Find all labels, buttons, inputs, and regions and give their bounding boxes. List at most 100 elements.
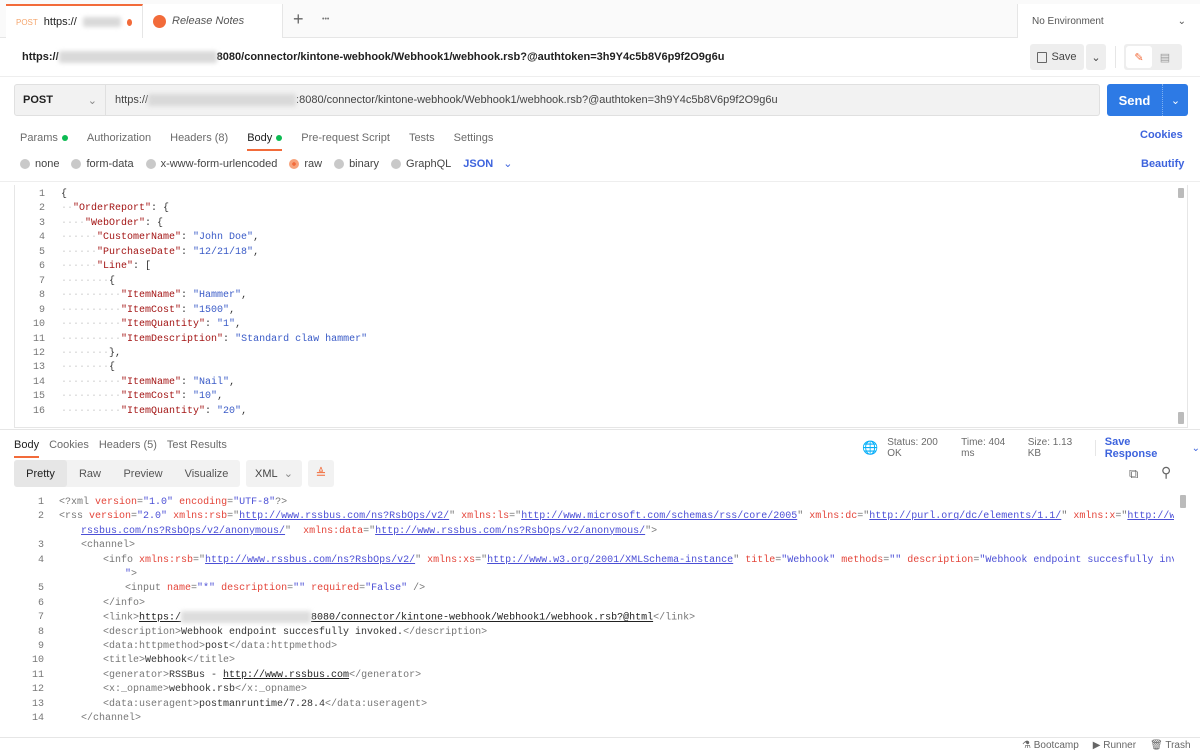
- more-tabs-button[interactable]: •••: [322, 16, 329, 23]
- network-globe-icon[interactable]: 🌐: [862, 440, 878, 456]
- response-format-select[interactable]: XML ⌄: [246, 460, 302, 487]
- radio-form-data[interactable]: form-data: [71, 158, 134, 170]
- tab-label: https://: [43, 16, 77, 28]
- search-icon[interactable]: ⚲: [1161, 464, 1171, 481]
- code-token: <channel>: [81, 540, 136, 552]
- code-token: webhook.rsb: [169, 684, 236, 696]
- line-number: 7: [38, 275, 45, 287]
- code-token: methods: [841, 554, 884, 566]
- code-token: "Nail": [193, 376, 230, 388]
- tab-params[interactable]: Params: [20, 128, 68, 148]
- indent-guide: ········: [61, 347, 110, 359]
- send-options-chevron-icon[interactable]: ⌄: [1162, 84, 1188, 116]
- tab-pre-request-script[interactable]: Pre-request Script: [301, 128, 390, 148]
- resp-tab-body[interactable]: Body: [14, 435, 40, 458]
- view-pretty[interactable]: Pretty: [14, 460, 67, 487]
- response-body-viewer[interactable]: 1 <?xml version="1.0" encoding="UTF-8"?> 2…: [14, 495, 1174, 731]
- radio-graphql[interactable]: GraphQL: [391, 158, 451, 170]
- tab-label: Pre-request Script: [301, 132, 390, 144]
- tab-label: Release Notes: [172, 15, 245, 27]
- wrap-lines-icon[interactable]: ≜: [308, 460, 334, 487]
- editor-scrollbar-bottom[interactable]: [1178, 412, 1184, 424]
- code-token: =": [193, 554, 206, 566]
- save-icon: [1037, 51, 1048, 63]
- code-token: "ItemQuantity": [121, 319, 206, 331]
- bootcamp-button[interactable]: ⚗ Bootcamp: [1022, 740, 1079, 751]
- radio-urlencoded[interactable]: x-www-form-urlencoded: [145, 158, 277, 170]
- code-token: <x:_opname>: [103, 684, 170, 696]
- line-number: 10: [32, 319, 45, 331]
- new-tab-button[interactable]: +: [293, 9, 304, 30]
- code-token: : {: [151, 203, 170, 215]
- code-token: <data:httpmethod>: [103, 641, 206, 652]
- code-line: ······"CustomerName": "John Doe",: [61, 231, 259, 245]
- comments-icon[interactable]: ▤: [1152, 46, 1178, 68]
- code-token: required: [311, 583, 360, 595]
- radio-raw[interactable]: raw: [289, 158, 322, 170]
- code-token: "Webhook": [781, 554, 842, 566]
- body-format-select[interactable]: JSON: [463, 158, 493, 170]
- tab-headers[interactable]: Headers (8): [170, 128, 228, 148]
- code-line: <data:useragent>postmanruntime/7.28.4</d…: [103, 698, 427, 712]
- beautify-link[interactable]: Beautify: [1141, 158, 1184, 170]
- environment-select[interactable]: No Environment ⌄: [1017, 4, 1200, 38]
- code-token: <description>: [103, 626, 182, 638]
- code-token: "CustomerName": [97, 232, 182, 244]
- tab-release-notes[interactable]: Release Notes: [143, 4, 283, 38]
- trash-button[interactable]: 🗑 Trash: [1150, 740, 1191, 751]
- chevron-down-icon: ⌄: [1177, 15, 1186, 27]
- editor-scrollbar[interactable]: [1178, 188, 1184, 198]
- code-line: ······"Line": [: [61, 260, 151, 274]
- resp-tab-test-results[interactable]: Test Results: [167, 435, 227, 455]
- code-line: <?xml version="1.0" encoding="UTF-8"?>: [59, 496, 287, 510]
- code-line: ··········"ItemDescription": "Standard c…: [61, 333, 367, 347]
- request-body-editor[interactable]: 1{2 ··"OrderReport": {3 ····"WebOrder": {4…: [14, 185, 1188, 428]
- radio-none[interactable]: none: [20, 158, 59, 170]
- copy-icon[interactable]: ⧉: [1129, 466, 1138, 482]
- request-title[interactable]: https:// 8080/connector/kintone-webhook/W…: [22, 51, 724, 64]
- resp-tab-headers[interactable]: Headers (5): [99, 435, 157, 455]
- resp-tab-cookies[interactable]: Cookies: [49, 435, 89, 455]
- send-button[interactable]: Send ⌄: [1107, 84, 1188, 116]
- method-select[interactable]: POST ⌄: [14, 84, 106, 116]
- unsaved-dot-icon: [126, 18, 132, 26]
- cookies-link[interactable]: Cookies: [1140, 129, 1183, 141]
- line-number: 2: [37, 511, 44, 523]
- chevron-down-icon: ⌄: [1191, 442, 1200, 454]
- indent-guide: ··········: [61, 304, 122, 316]
- indent-guide: ··········: [61, 319, 122, 331]
- code-token: https:/: [139, 612, 182, 624]
- save-response-button[interactable]: Save Response: [1105, 436, 1183, 460]
- runner-button[interactable]: ▶ Runner: [1093, 740, 1136, 751]
- code-token: "WebOrder": [85, 217, 146, 229]
- code-token: "12/21/18": [193, 246, 254, 258]
- url-input[interactable]: https://:8080/connector/kintone-webhook/…: [106, 84, 1100, 116]
- view-raw[interactable]: Raw: [67, 460, 113, 487]
- code-token: version: [89, 511, 132, 523]
- edit-pencil-icon[interactable]: ✎: [1126, 46, 1152, 68]
- save-options-button[interactable]: ⌄: [1086, 44, 1106, 70]
- indent-guide: ··········: [61, 376, 122, 388]
- chevron-down-icon: ⌄: [503, 158, 513, 170]
- tab-label: Headers (8): [170, 132, 229, 144]
- radio-binary[interactable]: binary: [334, 158, 379, 170]
- code-token: xmlns:xs: [427, 554, 476, 566]
- code-token: ": [449, 511, 462, 523]
- code-token: ,: [241, 290, 248, 302]
- code-token: "": [293, 583, 312, 595]
- view-preview[interactable]: Preview: [113, 460, 173, 487]
- view-visualize[interactable]: Visualize: [173, 460, 240, 487]
- response-scrollbar[interactable]: [1180, 495, 1186, 508]
- radio-icon: [391, 158, 402, 169]
- indent-guide: ········: [61, 275, 110, 287]
- tab-authorization[interactable]: Authorization: [87, 128, 151, 148]
- bootcamp-icon: ⚗: [1022, 740, 1034, 751]
- code-token: <data:useragent>: [103, 698, 200, 710]
- tab-settings[interactable]: Settings: [454, 128, 494, 148]
- save-button[interactable]: Save: [1030, 44, 1084, 70]
- radio-label: binary: [349, 157, 380, 170]
- tab-body[interactable]: Body: [247, 128, 283, 151]
- tab-request[interactable]: POST https://: [6, 4, 143, 38]
- code-token: "1": [217, 319, 236, 331]
- tab-tests[interactable]: Tests: [409, 128, 435, 148]
